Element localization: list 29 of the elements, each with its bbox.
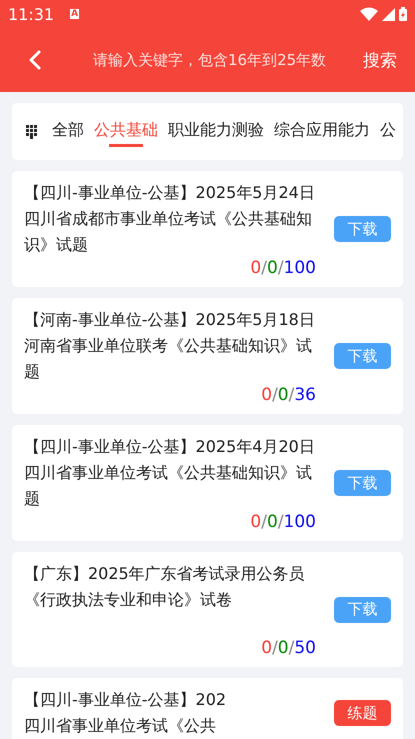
category-tab[interactable]: 公 [380,114,396,150]
paper-title: 【四川-事业单位-公基】202 [24,689,228,711]
wifi-icon [360,7,378,21]
score-text: 0/0/50 [261,638,316,658]
paper-title: 四川省事业单位考试《公共 [24,715,217,737]
paper-title: 【广东】2025年广东省考试录用公务员《行政执法专业和申论》试卷 [24,563,306,611]
paper-card[interactable]: 【河南-事业单位-公基】2025年5月18日河南省事业单位联考《公共基础知识》试题 0/0/36 下载 [12,298,403,414]
practice-button[interactable]: 练题 [334,700,391,726]
paper-title: 【四川-事业单位-公基】2025年5月24日四川省成都市事业单位考试《公共基础知识》试题 [24,182,316,256]
score-text: 0/0/36 [261,385,316,405]
search-field[interactable]: 请输入关键字，包含16年到25年数 [93,51,335,69]
notification-icon: A [70,9,80,19]
search-button[interactable]: 搜索 [335,48,415,72]
paper-card[interactable]: 【广东】2025年广东省考试录用公务员《行政执法专业和申论》试卷 0/0/50 下载 [12,552,403,667]
signal-icon [382,8,395,20]
paper-card[interactable]: 【四川-事业单位-公基】2025年4月20日四川省事业单位考试《公共基础知识》试题 0/0/100 下载 [12,425,403,541]
paper-title: 【四川-事业单位-公基】2025年4月20日四川省事业单位考试《公共基础知识》试题 [24,436,316,510]
paper-title: 【河南-事业单位-公基】2025年5月18日河南省事业单位联考《公共基础知识》试题 [24,309,316,383]
category-tab[interactable]: 职业能力测验 [168,114,264,150]
category-tab[interactable]: 全部 [52,114,84,150]
score-text: 0/0/100 [250,258,316,278]
score-text: 0/0/100 [250,512,316,532]
grid-icon[interactable] [26,124,37,138]
paper-card[interactable]: 【四川-事业单位-公基】202 四川省事业单位考试《公共 练题 [12,678,403,739]
battery-icon [399,7,407,21]
category-tab[interactable]: 综合应用能力 [274,114,370,150]
back-icon[interactable] [29,50,41,70]
paper-card[interactable]: 【四川-事业单位-公基】2025年5月24日四川省成都市事业单位考试《公共基础知识》试题 0/0/100 下载 [12,171,403,287]
status-time: 11:31 [8,4,54,24]
